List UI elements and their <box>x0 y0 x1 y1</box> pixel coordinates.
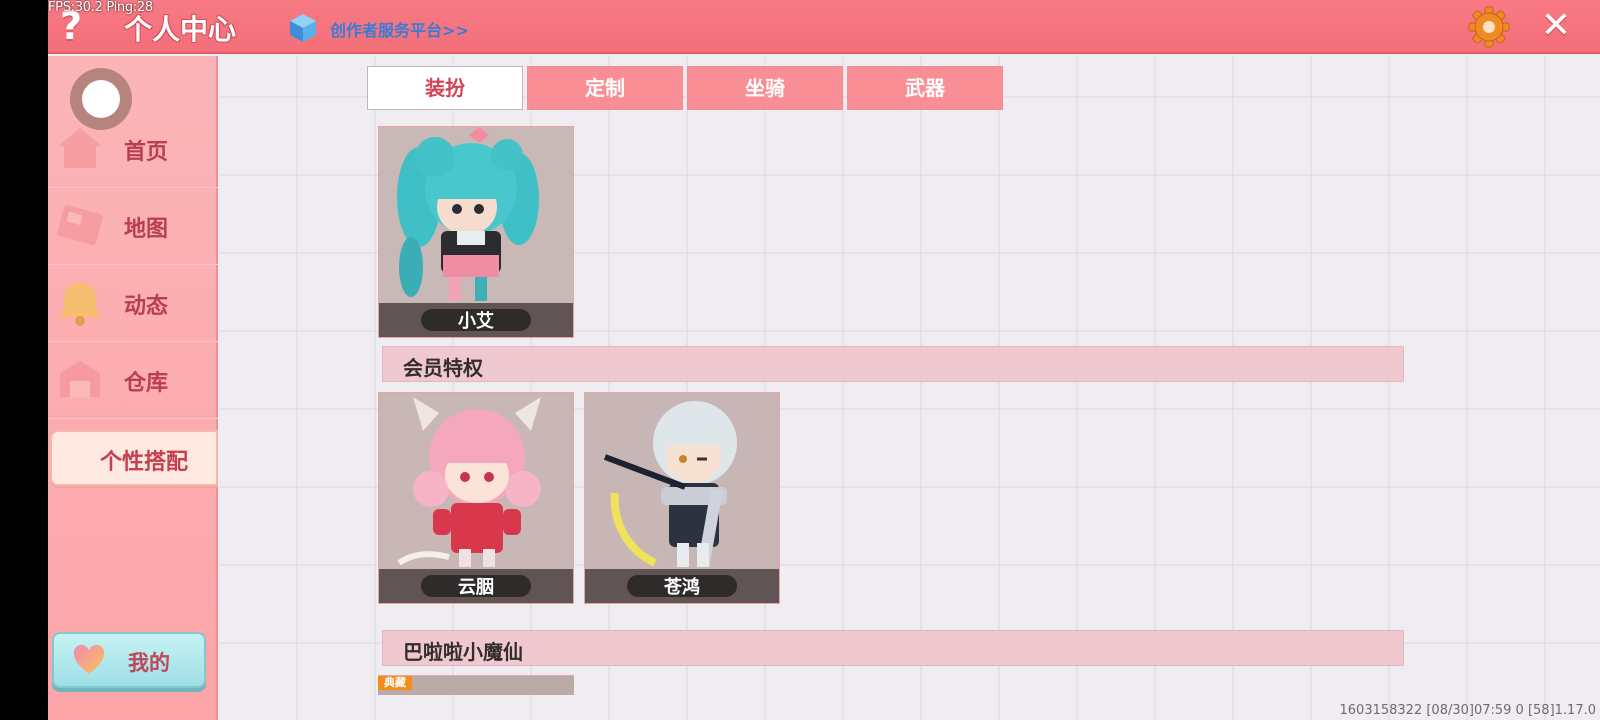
collection-badge: 典藏 <box>378 676 412 690</box>
cube-icon <box>290 14 316 42</box>
mine-label: 我的 <box>128 651 170 675</box>
section-header-balala: 巴啦啦小魔仙 <box>382 630 1404 666</box>
creator-platform-link[interactable]: 创作者服务平台>> <box>330 17 469 41</box>
sidebar-item-label: 地图 <box>124 217 169 242</box>
ping-readout: Ping:28 <box>106 0 153 15</box>
skin-card-yunyan[interactable]: 云胭 <box>378 392 574 604</box>
section-header-vip: 会员特权 <box>382 346 1404 382</box>
section-title: 巴啦啦小魔仙 <box>403 640 523 664</box>
sidebar-item-label: 动态 <box>124 294 169 319</box>
tab-customize[interactable]: 定制 <box>527 66 683 110</box>
skin-card-canghong[interactable]: 苍鸿 <box>584 392 780 604</box>
build-info: 1603158322 [08/30]07:59 0 [58]1.17.0 <box>1339 703 1596 718</box>
skin-card-xiaoai[interactable]: 小艾 <box>378 126 574 338</box>
map-icon <box>57 205 103 245</box>
sidebar-item-personal-style[interactable]: 个性搭配 <box>50 430 218 486</box>
skin-name-bar: 小艾 <box>379 303 573 337</box>
skin-name: 云胭 <box>458 577 494 598</box>
home-icon <box>58 128 102 168</box>
section-title: 会员特权 <box>403 356 483 380</box>
mine-button[interactable]: 我的 <box>52 632 206 688</box>
top-bar: ? 个人中心 创作者服务平台>> ✕ <box>48 0 1600 54</box>
heart-icon <box>73 644 105 674</box>
character-canghong-image <box>585 393 779 569</box>
sidebar-item-label: 个性搭配 <box>100 450 189 475</box>
sidebar-item-feed[interactable]: 动态 <box>48 266 218 342</box>
close-button[interactable]: ✕ <box>1536 6 1576 46</box>
sidebar-item-label: 首页 <box>124 140 169 165</box>
skin-name-bar: 云胭 <box>379 569 573 603</box>
tab-weapon[interactable]: 武器 <box>847 66 1003 110</box>
gear-icon[interactable] <box>1468 6 1510 48</box>
content-area: 装扮 定制 坐骑 武器 小艾 会员特权 云胭 苍鸿 巴啦啦小魔仙 典藏 1603… <box>220 56 1600 720</box>
character-xiaoai-image <box>379 127 573 303</box>
sidebar-item-warehouse[interactable]: 仓库 <box>48 343 218 419</box>
debug-overlay: FPS:30.2 Ping:28 <box>48 0 153 15</box>
tab-dressup[interactable]: 装扮 <box>367 66 523 110</box>
bell-icon <box>59 282 101 326</box>
sidebar: 首页 地图 动态 仓库 个性搭配 我的 <box>48 56 218 720</box>
skin-name-bar: 苍鸿 <box>585 569 779 603</box>
tab-mount[interactable]: 坐骑 <box>687 66 843 110</box>
sidebar-item-home[interactable]: 首页 <box>48 112 218 188</box>
character-yunyan-image <box>379 393 573 569</box>
skin-card-partial[interactable]: 典藏 <box>378 675 574 695</box>
fps-readout: FPS:30.2 <box>48 0 103 15</box>
skin-name: 苍鸿 <box>664 577 700 598</box>
sidebar-item-label: 仓库 <box>124 371 169 396</box>
skin-name: 小艾 <box>458 311 494 332</box>
sidebar-item-map[interactable]: 地图 <box>48 189 218 265</box>
app-window: FPS:30.2 Ping:28 ? 个人中心 创作者服务平台>> ✕ 首页 地… <box>48 0 1600 720</box>
warehouse-icon <box>60 361 100 397</box>
